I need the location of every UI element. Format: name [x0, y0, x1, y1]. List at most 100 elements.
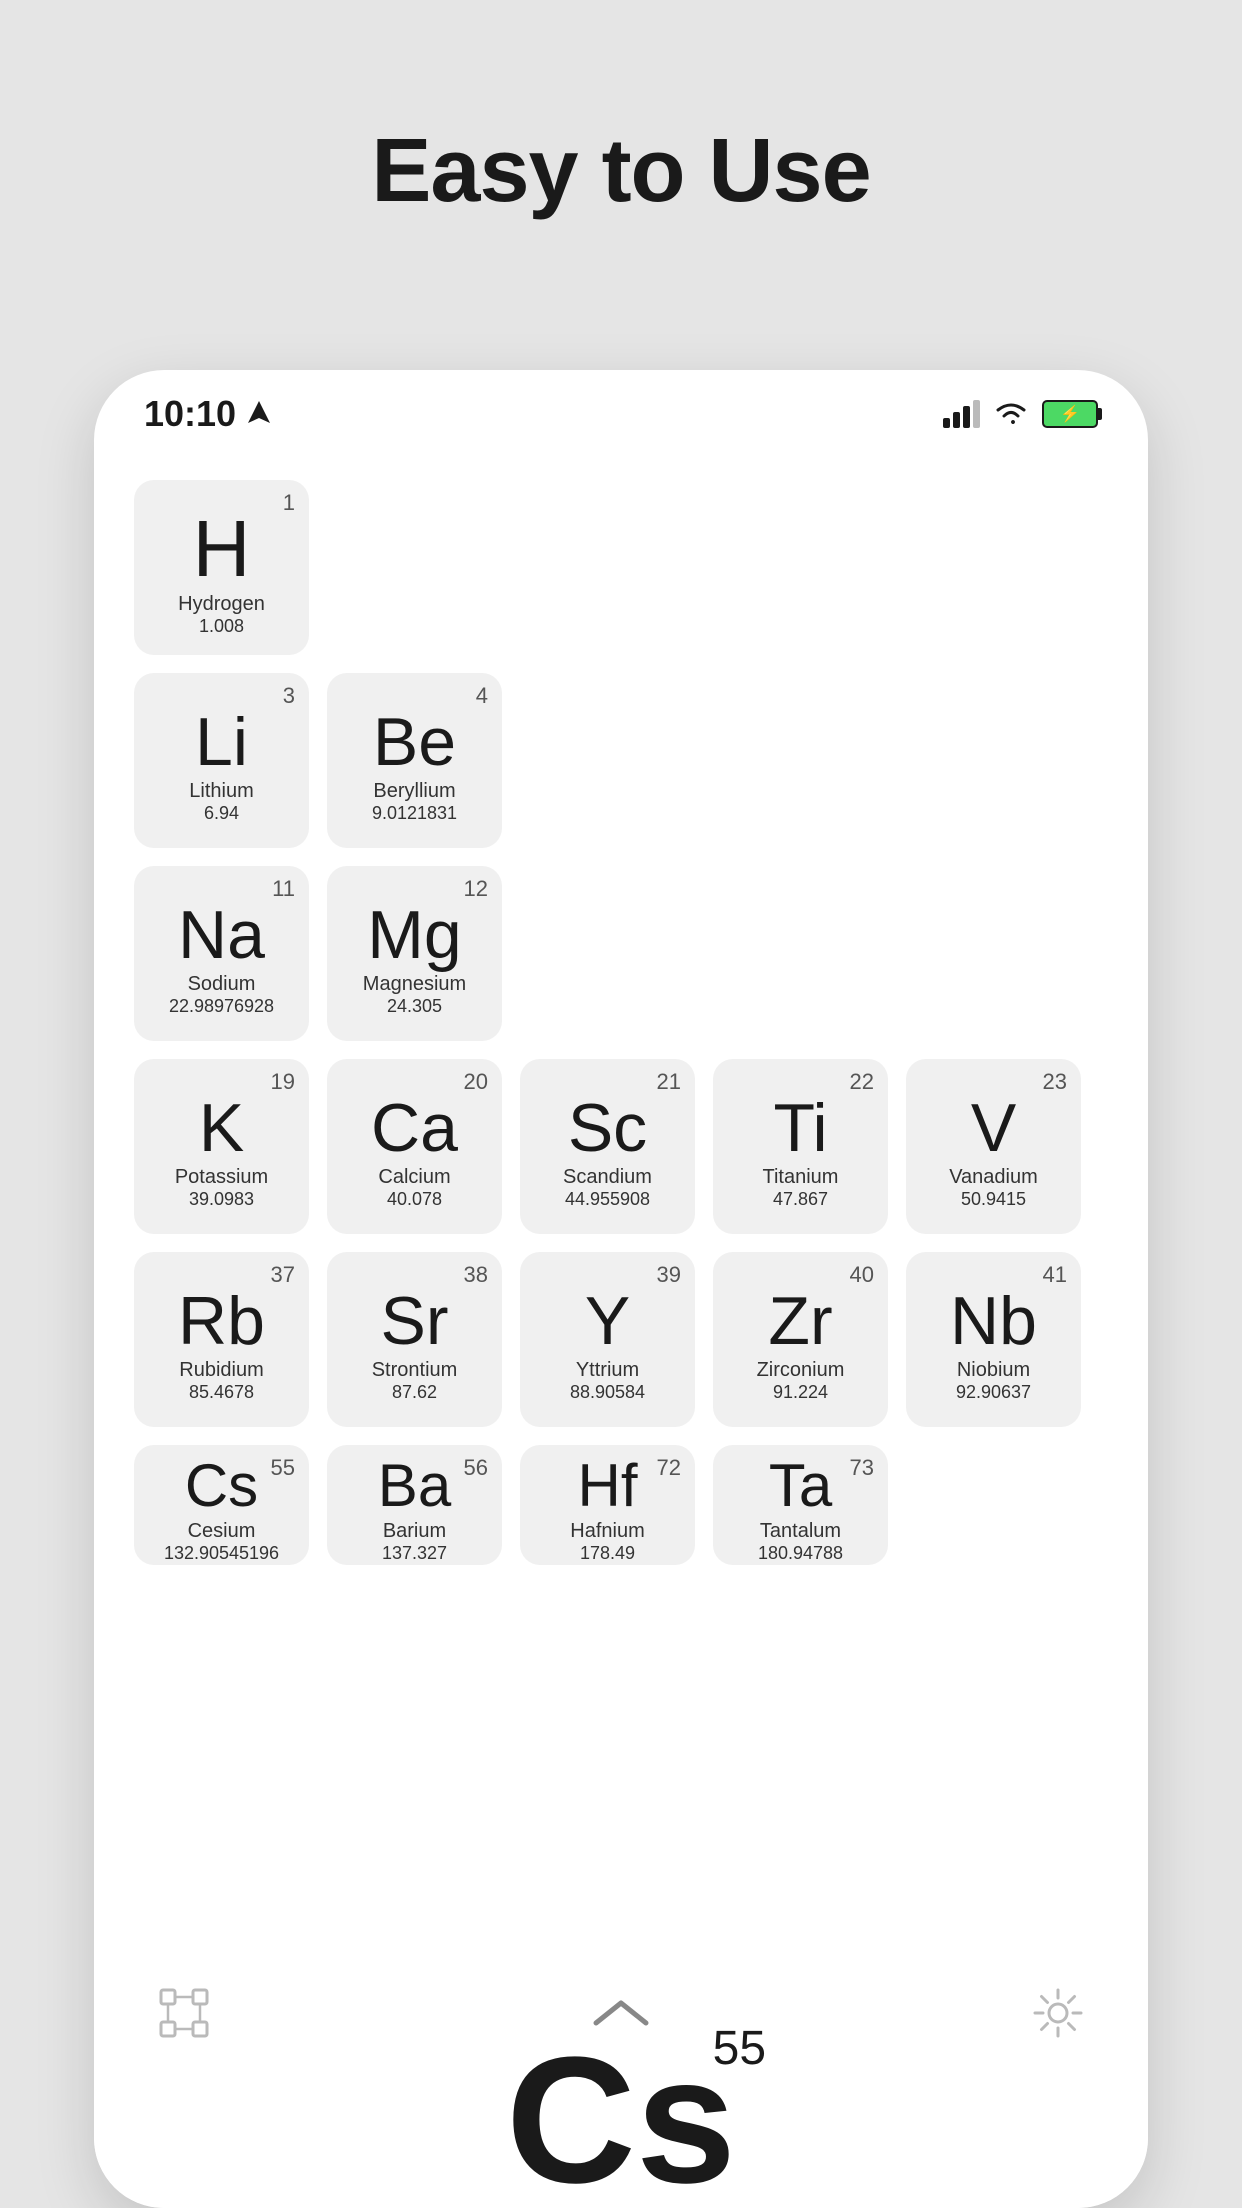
signal-bar-4 [973, 400, 980, 428]
element-row-4: 19 K Potassium 39.0983 20 Ca Calcium 40.… [134, 1059, 1108, 1234]
element-Ba-number: 56 [464, 1455, 488, 1481]
element-K-name: Potassium [175, 1166, 268, 1189]
element-Y[interactable]: 39 Y Yttrium 88.90584 [520, 1252, 695, 1427]
status-bar: 10:10 [94, 370, 1148, 450]
element-Cs[interactable]: 55 Cs Cesium 132.90545196 [134, 1445, 309, 1565]
element-V-symbol: V [971, 1094, 1016, 1162]
element-K-number: 19 [271, 1069, 295, 1095]
element-Hf[interactable]: 72 Hf Hafnium 178.49 [520, 1445, 695, 1565]
element-Sr-number: 38 [464, 1262, 488, 1288]
element-K-symbol: K [199, 1094, 244, 1162]
element-Na-weight: 22.98976928 [169, 996, 274, 1017]
signal-bar-1 [943, 418, 950, 428]
battery-nub [1098, 408, 1102, 420]
element-Rb[interactable]: 37 Rb Rubidium 85.4678 [134, 1252, 309, 1427]
element-Cs-number: 55 [271, 1455, 295, 1481]
element-Li-name: Lithium [189, 780, 253, 803]
element-Sr-name: Strontium [372, 1359, 458, 1382]
element-Na-symbol: Na [178, 901, 265, 969]
element-Sr-symbol: Sr [381, 1287, 449, 1355]
element-Nb-number: 41 [1043, 1262, 1067, 1288]
bottom-element-number: 55 [713, 2021, 766, 2076]
element-Sc-weight: 44.955908 [565, 1189, 650, 1210]
element-Hf-number: 72 [657, 1455, 681, 1481]
element-K[interactable]: 19 K Potassium 39.0983 [134, 1059, 309, 1234]
bottom-element-symbol: Cs [506, 2031, 736, 2208]
element-Ca[interactable]: 20 Ca Calcium 40.078 [327, 1059, 502, 1234]
element-Li-symbol: Li [195, 708, 248, 776]
element-Zr-number: 40 [850, 1262, 874, 1288]
element-Sc-name: Scandium [563, 1166, 652, 1189]
element-V-number: 23 [1043, 1069, 1067, 1095]
element-Hf-symbol: Hf [578, 1456, 638, 1516]
element-Ta-symbol: Ta [769, 1456, 832, 1516]
element-Nb-symbol: Nb [950, 1287, 1037, 1355]
element-H[interactable]: 1 H Hydrogen 1.008 [134, 480, 309, 655]
settings-button[interactable] [1028, 1983, 1088, 2043]
element-Y-symbol: Y [585, 1287, 630, 1355]
element-Rb-name: Rubidium [179, 1359, 263, 1382]
element-H-number: 1 [283, 490, 295, 516]
element-Li-weight: 6.94 [204, 803, 239, 824]
element-Ba[interactable]: 56 Ba Barium 137.327 [327, 1445, 502, 1565]
ar-icon-button[interactable] [154, 1983, 214, 2043]
element-Ca-name: Calcium [378, 1166, 450, 1189]
element-Sc-symbol: Sc [568, 1094, 647, 1162]
element-Sc[interactable]: 21 Sc Scandium 44.955908 [520, 1059, 695, 1234]
element-Y-weight: 88.90584 [570, 1382, 645, 1403]
element-Ba-symbol: Ba [378, 1456, 451, 1516]
element-Be-name: Beryllium [373, 780, 455, 803]
element-Zr-weight: 91.224 [773, 1382, 828, 1403]
element-Ba-name: Barium [383, 1520, 446, 1543]
element-Ti-weight: 47.867 [773, 1189, 828, 1210]
element-Mg[interactable]: 12 Mg Magnesium 24.305 [327, 866, 502, 1041]
element-Be[interactable]: 4 Be Beryllium 9.0121831 [327, 673, 502, 848]
element-Na-name: Sodium [188, 973, 256, 996]
element-Sr[interactable]: 38 Sr Strontium 87.62 [327, 1252, 502, 1427]
status-icons: ⚡ [943, 400, 1098, 428]
element-Ti-number: 22 [850, 1069, 874, 1095]
element-Cs-weight: 132.90545196 [164, 1543, 279, 1564]
element-Zr-name: Zirconium [757, 1359, 845, 1382]
element-Ta-name: Tantalum [760, 1520, 841, 1543]
element-row-6: 55 Cs Cesium 132.90545196 56 Ba Barium 1… [134, 1445, 1108, 1565]
element-Rb-symbol: Rb [178, 1287, 265, 1355]
element-Mg-name: Magnesium [363, 973, 466, 996]
element-Ta-weight: 180.94788 [758, 1543, 843, 1564]
element-V[interactable]: 23 V Vanadium 50.9415 [906, 1059, 1081, 1234]
elements-grid: 1 H Hydrogen 1.008 3 Li Lithium 6.94 [134, 480, 1108, 1565]
element-Mg-symbol: Mg [367, 901, 461, 969]
element-Cs-name: Cesium [188, 1520, 256, 1543]
page-background: Easy to Use 10:10 [0, 0, 1242, 283]
element-Zr[interactable]: 40 Zr Zirconium 91.224 [713, 1252, 888, 1427]
location-icon [248, 401, 270, 427]
element-Be-number: 4 [476, 683, 488, 709]
element-Na[interactable]: 11 Na Sodium 22.98976928 [134, 866, 309, 1041]
element-Ti-name: Titanium [763, 1166, 839, 1189]
element-row-1: 1 H Hydrogen 1.008 [134, 480, 1108, 655]
element-Li[interactable]: 3 Li Lithium 6.94 [134, 673, 309, 848]
element-Ti[interactable]: 22 Ti Titanium 47.867 [713, 1059, 888, 1234]
element-Ta[interactable]: 73 Ta Tantalum 180.94788 [713, 1445, 888, 1565]
element-Ti-symbol: Ti [773, 1094, 827, 1162]
element-Y-name: Yttrium [576, 1359, 639, 1382]
element-Rb-number: 37 [271, 1262, 295, 1288]
signal-bar-2 [953, 412, 960, 428]
element-Sr-weight: 87.62 [392, 1382, 437, 1403]
element-Hf-weight: 178.49 [580, 1543, 635, 1564]
element-H-name: Hydrogen [178, 593, 265, 616]
element-Hf-name: Hafnium [570, 1520, 644, 1543]
gear-icon [1031, 1986, 1085, 2040]
status-time-group: 10:10 [144, 393, 270, 435]
status-time: 10:10 [144, 393, 236, 435]
element-row-2: 3 Li Lithium 6.94 4 Be Beryllium 9.01218… [134, 673, 1108, 848]
signal-bars [943, 400, 980, 428]
element-Sc-number: 21 [657, 1069, 681, 1095]
element-Nb[interactable]: 41 Nb Niobium 92.90637 [906, 1252, 1081, 1427]
element-Ta-number: 73 [850, 1455, 874, 1481]
bottom-element-display: 55 Cs [94, 2053, 1148, 2208]
element-Li-number: 3 [283, 683, 295, 709]
element-Rb-weight: 85.4678 [189, 1382, 254, 1403]
element-Nb-name: Niobium [957, 1359, 1030, 1382]
element-Zr-symbol: Zr [768, 1287, 832, 1355]
